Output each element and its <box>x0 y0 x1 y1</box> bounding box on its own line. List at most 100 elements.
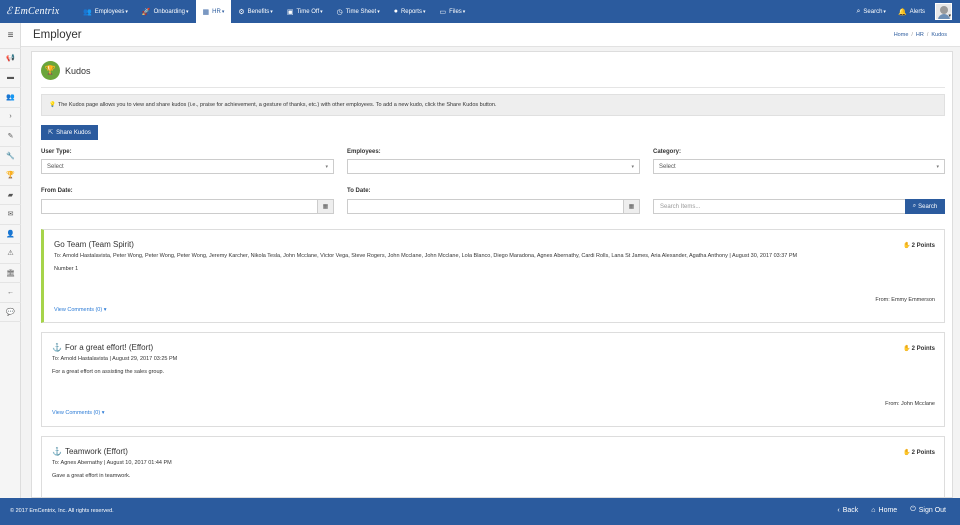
employees-select[interactable]: ▾ <box>347 159 640 174</box>
folder-icon: ▭ <box>439 8 447 16</box>
brand-mark-icon: ℰ <box>6 6 13 17</box>
top-navbar: ℰ EmCentrix 👥 Employees ▾ 🚀 Onboarding ▾… <box>0 0 960 23</box>
share-kudos-label: Share Kudos <box>56 129 91 136</box>
breadcrumb-home[interactable]: Home <box>894 32 909 38</box>
brand-logo[interactable]: ℰ EmCentrix <box>0 0 76 23</box>
to-date-input[interactable] <box>347 199 624 214</box>
main-nav: 👥 Employees ▾ 🚀 Onboarding ▾ ▦ HR ▾ ⚙ Be… <box>76 0 472 23</box>
brand-name: EmCentrix <box>14 6 60 17</box>
search-button[interactable]: ⌕ Search <box>905 199 945 214</box>
nav-hr[interactable]: ▦ HR ▾ <box>195 0 232 23</box>
kudos-title: Kudos <box>65 65 91 76</box>
nav-onboarding[interactable]: 🚀 Onboarding ▾ <box>135 0 196 23</box>
from-date-label: From Date: <box>41 188 73 194</box>
trophy-icon[interactable]: 🏆 <box>0 166 21 186</box>
chevron-right-icon[interactable]: › <box>0 108 21 127</box>
users-icon[interactable]: 👥 <box>0 88 21 108</box>
nav-search-label: Search <box>863 8 883 15</box>
view-comments-link[interactable]: View Comments (0) ▾ <box>52 410 105 416</box>
sign-out-button[interactable]: ⏻ Sign Out <box>910 506 946 514</box>
caret-down-icon: ▾ <box>320 8 323 15</box>
clock-icon: ◷ <box>336 8 343 16</box>
users-icon: 👥 <box>83 8 92 16</box>
bell-icon: 🔔 <box>897 8 907 16</box>
info-banner: 💡 The Kudos page allows you to view and … <box>41 94 945 116</box>
wrench-icon[interactable]: 🔧 <box>0 147 21 166</box>
points-icon: ✋ <box>903 450 911 456</box>
envelope-icon[interactable]: ✉ <box>0 205 21 225</box>
anchor-icon: ⚓ <box>52 343 62 352</box>
bank-icon[interactable]: 🏛 <box>0 264 21 283</box>
cog-icon: ⚙ <box>238 8 245 16</box>
copyright: © 2017 EmCentrix, Inc. All rights reserv… <box>10 508 114 514</box>
megaphone-icon[interactable]: 📢 <box>0 49 21 69</box>
caret-down-icon: ▾ <box>462 8 466 15</box>
nav-files[interactable]: ▭ Files ▾ <box>432 0 472 23</box>
divider <box>41 87 945 88</box>
warning-icon[interactable]: ⚠ <box>0 244 21 264</box>
edit-icon[interactable]: ✎ <box>0 127 21 147</box>
globe-icon: ● <box>393 8 398 15</box>
category-select[interactable]: Select ▾ <box>653 159 945 174</box>
nav-right: ⌕ Search ▾ 🔔 Alerts ▾ <box>850 0 960 23</box>
arrow-left-icon[interactable]: ← <box>0 283 21 303</box>
chevron-down-icon: ▾ <box>103 307 107 313</box>
caret-down-icon: ▾ <box>883 8 886 15</box>
breadcrumb: Home / HR / Kudos <box>893 32 947 38</box>
nav-employees[interactable]: 👥 Employees ▾ <box>76 0 135 23</box>
nav-search[interactable]: ⌕ Search ▾ <box>850 0 891 23</box>
kudo-sender: From: Emmy Emmerson <box>875 297 935 303</box>
view-comments-label: View Comments (0) <box>54 307 103 313</box>
nav-alerts[interactable]: 🔔 Alerts <box>892 0 931 23</box>
kudo-title-text: For a great effort! (Effort) <box>64 343 154 352</box>
view-comments-link[interactable]: View Comments (0) ▾ <box>54 307 107 313</box>
sign-out-label: Sign Out <box>918 506 946 514</box>
user-type-select[interactable]: Select ▾ <box>41 159 334 174</box>
kudo-title: ⚓ Teamwork (Effort) <box>52 447 128 456</box>
menu-toggle-icon[interactable]: ≡ <box>0 23 21 49</box>
nav-benefits[interactable]: ⚙ Benefits ▾ <box>231 0 279 23</box>
chevron-left-icon: ‹ <box>837 506 840 514</box>
nav-hr-label: HR <box>212 8 221 15</box>
kudo-card: ⚓ For a great effort! (Effort) ✋2 Points … <box>41 332 945 427</box>
nav-reports-label: Reports <box>400 8 422 15</box>
from-date-input[interactable] <box>41 199 318 214</box>
kudo-points-value: 2 Points <box>911 243 935 249</box>
calendar-icon[interactable]: ▦ <box>623 199 640 214</box>
calendar-icon[interactable]: ▦ <box>317 199 334 214</box>
nav-time-sheet[interactable]: ◷ Time Sheet ▾ <box>330 0 387 23</box>
nav-reports[interactable]: ● Reports ▾ <box>387 0 433 23</box>
home-label: Home <box>878 506 898 514</box>
kudo-message: For a great effort on assisting the sale… <box>52 369 165 375</box>
share-kudos-button[interactable]: ⇱ Share Kudos <box>41 125 98 140</box>
employees-label: Employees: <box>347 149 381 155</box>
kudo-points: ✋2 Points <box>903 449 935 456</box>
power-icon: ⏻ <box>910 506 916 513</box>
nav-onboarding-label: Onboarding <box>153 8 185 15</box>
kudo-points: ✋2 Points <box>903 345 935 352</box>
back-button[interactable]: ‹ Back <box>837 506 858 514</box>
home-icon: ⌂ <box>871 506 876 514</box>
back-label: Back <box>842 506 859 514</box>
home-button[interactable]: ⌂ Home <box>871 506 897 514</box>
kudo-message: Number 1 <box>54 266 79 272</box>
kudos-header: 🏆 Kudos <box>41 61 91 80</box>
nav-time-off[interactable]: ▣ Time Off ▾ <box>280 0 330 23</box>
kudo-title: ⚓ For a great effort! (Effort) <box>52 343 153 352</box>
user-type-value: Select <box>47 163 64 170</box>
caret-down-icon: ▾ <box>422 8 426 15</box>
caret-down-icon: ▾ <box>125 8 128 15</box>
breadcrumb-hr[interactable]: HR <box>916 32 924 38</box>
caret-down-icon: ▾ <box>186 8 189 15</box>
user-icon[interactable]: 👤 <box>0 225 21 244</box>
search-input[interactable]: Search Items... <box>653 199 906 214</box>
avatar[interactable]: ▾ <box>935 3 952 20</box>
trophy-icon: 🏆 <box>41 61 60 80</box>
kudo-message: Gave a great effort in teamwork. <box>52 473 131 479</box>
comment-icon[interactable]: 💬 <box>0 303 21 322</box>
search-icon: ⌕ <box>912 203 917 209</box>
nav-benefits-label: Benefits <box>247 8 270 15</box>
bed-icon[interactable]: ▬ <box>0 69 21 88</box>
page-header: Employer Home / HR / Kudos <box>21 23 960 47</box>
briefcase-icon[interactable]: ▰ <box>0 186 21 205</box>
